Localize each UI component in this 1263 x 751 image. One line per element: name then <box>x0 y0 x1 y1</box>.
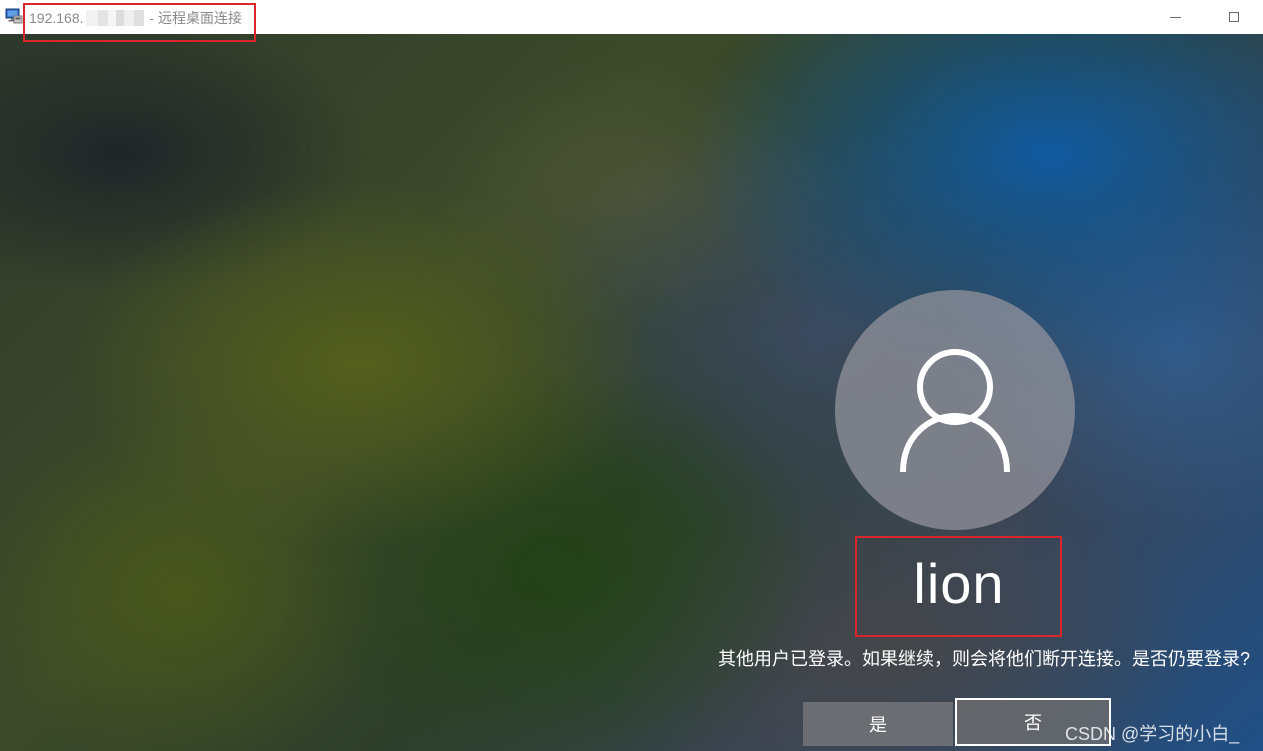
remote-desktop-window: 192.168. - 远程桌面连接 lion 其他用户已登录。如果继续，则会将他… <box>0 0 1263 751</box>
username-highlight-box <box>855 536 1062 637</box>
remote-desktop-login-screen: lion 其他用户已登录。如果继续，则会将他们断开连接。是否仍要登录? 是 否 … <box>0 34 1263 751</box>
user-silhouette-icon <box>900 349 1010 473</box>
minimize-icon <box>1169 16 1181 18</box>
maximize-button[interactable] <box>1211 0 1257 34</box>
csdn-watermark: CSDN @学习的小白_ <box>1065 724 1240 744</box>
remote-desktop-icon <box>5 7 23 25</box>
user-avatar <box>835 290 1075 530</box>
maximize-icon <box>1229 12 1239 22</box>
title-highlight-box <box>23 3 256 42</box>
other-user-logged-in-prompt: 其他用户已登录。如果继续，则会将他们断开连接。是否仍要登录? <box>717 649 1250 669</box>
yes-button[interactable]: 是 <box>803 702 953 746</box>
minimize-button[interactable] <box>1152 0 1198 34</box>
